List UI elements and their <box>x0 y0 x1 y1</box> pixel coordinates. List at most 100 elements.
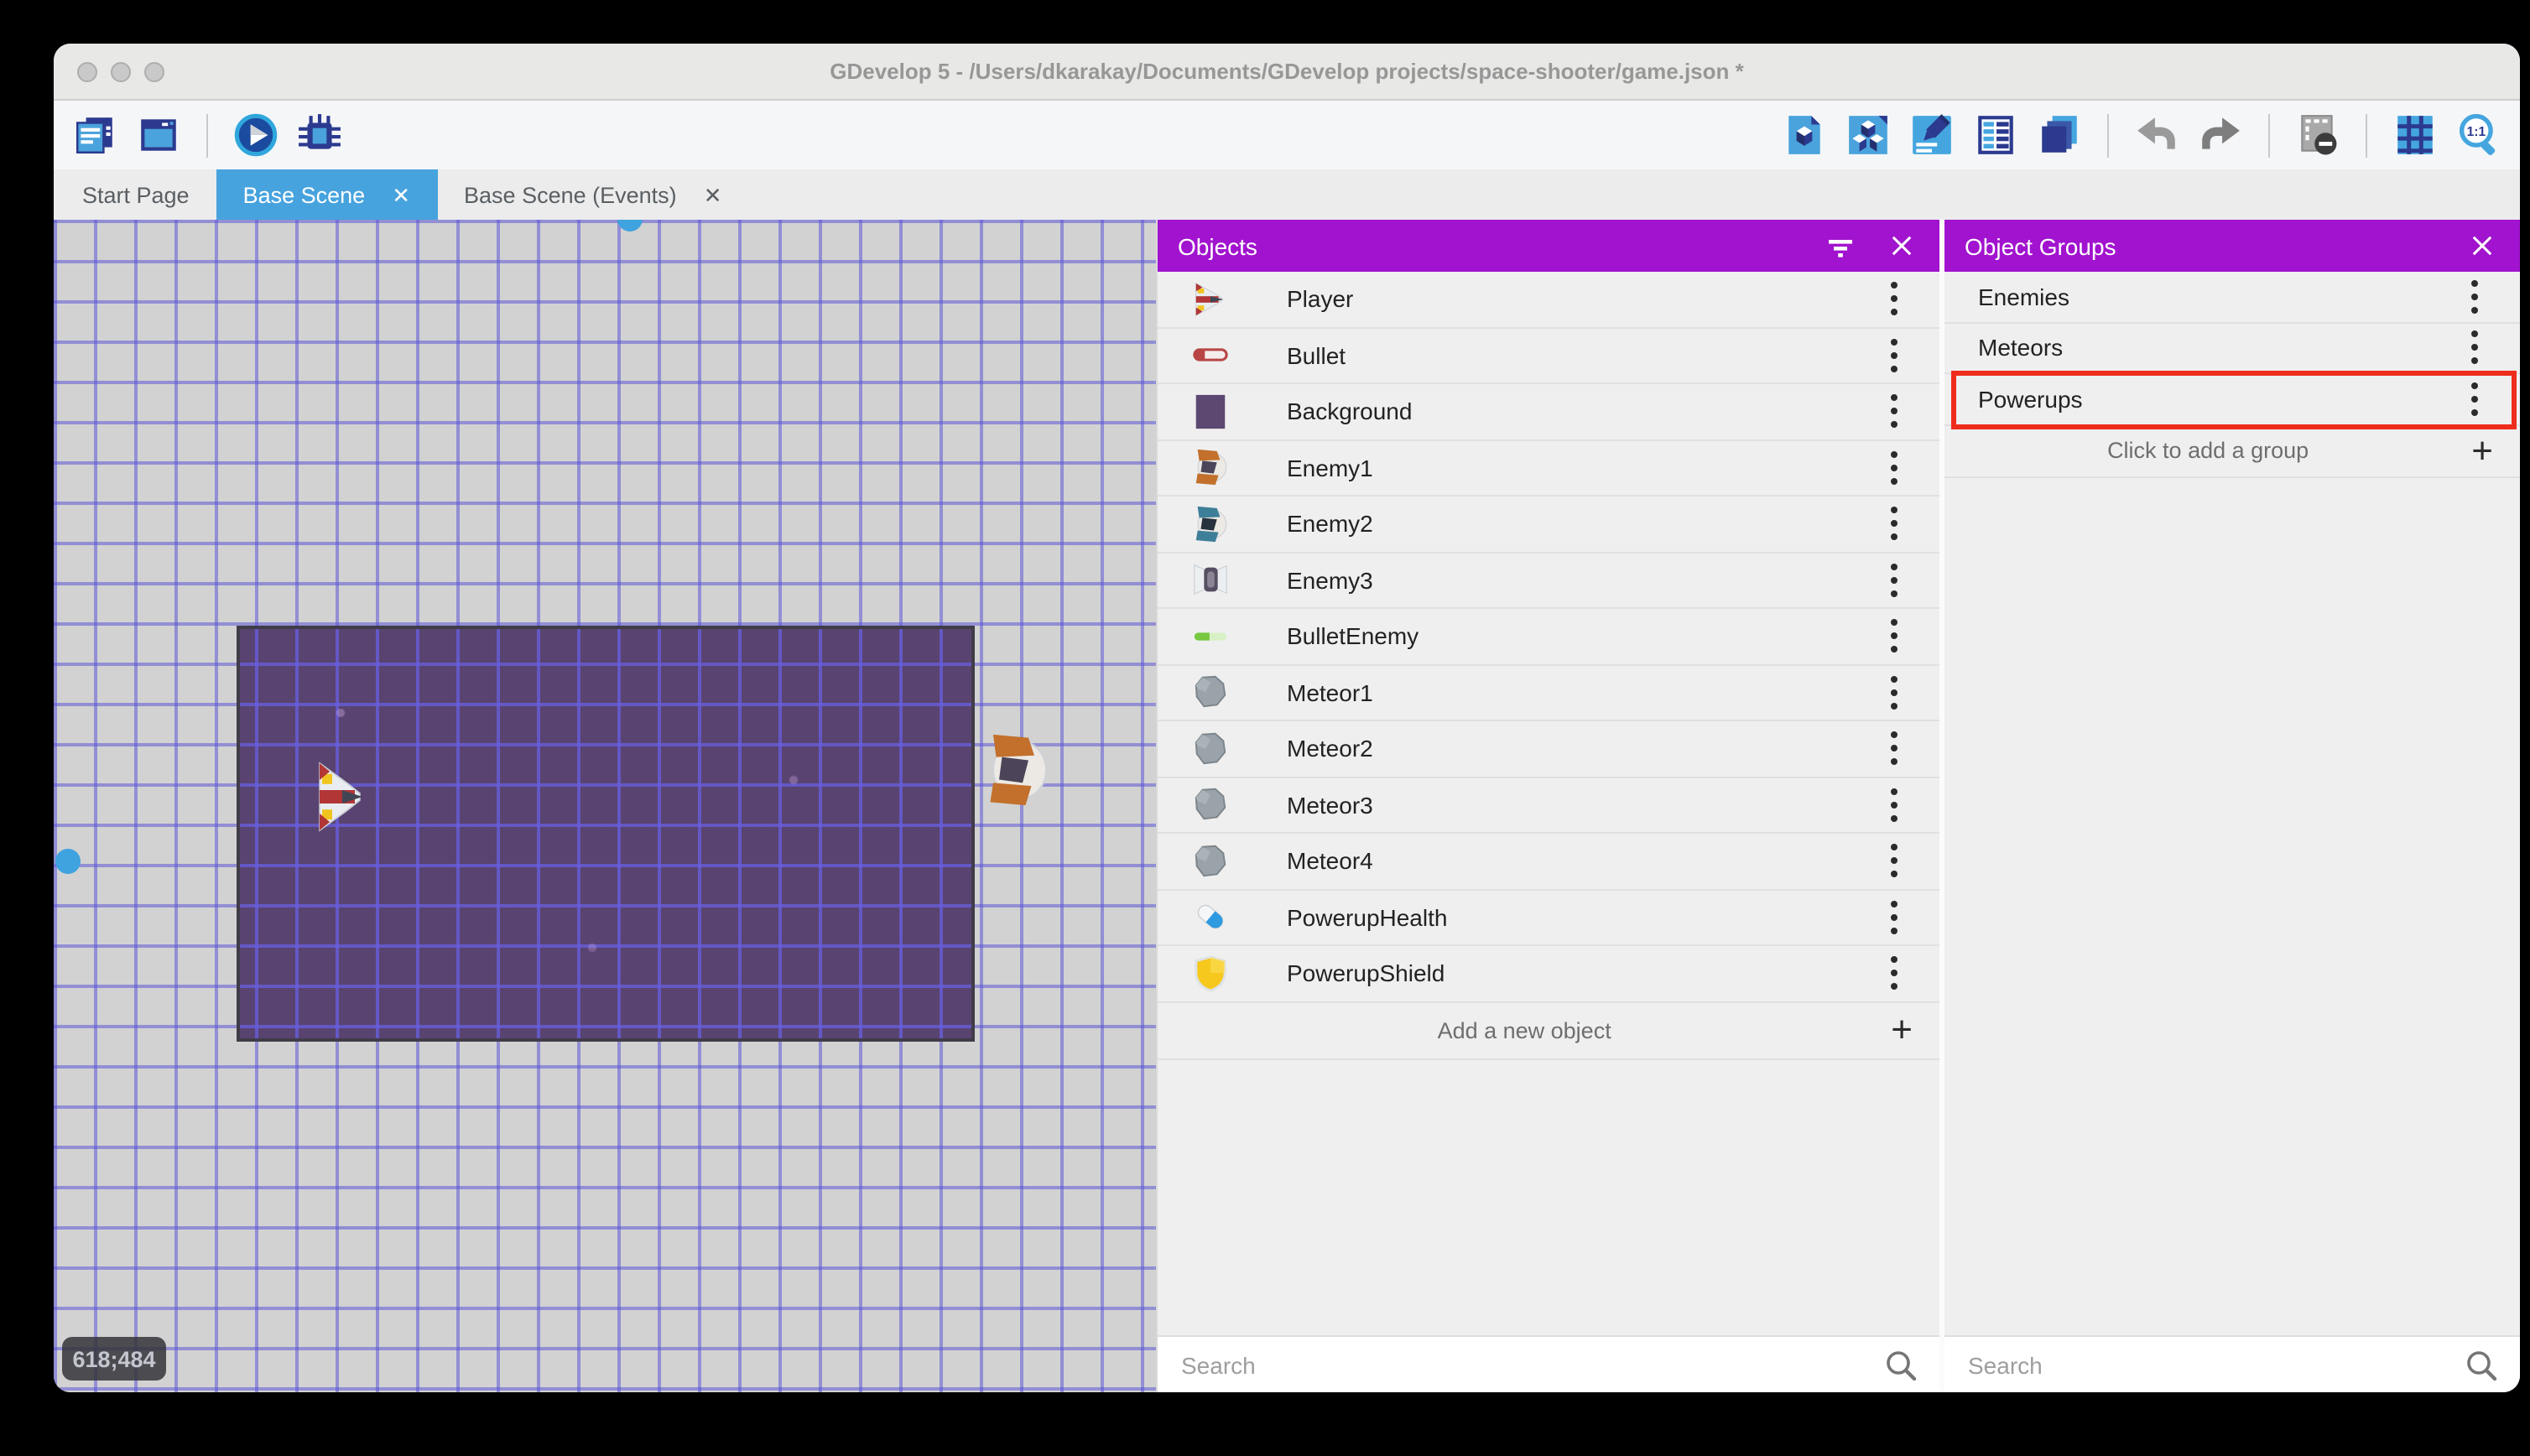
toolbar-left-group <box>70 111 344 159</box>
meteor-icon <box>1190 729 1230 769</box>
object-row[interactable]: Enemy2 <box>1158 497 1939 553</box>
object-row[interactable]: Meteor2 <box>1158 721 1939 777</box>
kebab-menu-icon[interactable] <box>1872 334 1916 377</box>
tab-start-page[interactable]: Start Page <box>55 169 216 220</box>
player-ship-icon <box>1190 279 1230 320</box>
object-row[interactable]: Meteor4 <box>1158 834 1939 890</box>
kebab-menu-icon[interactable] <box>2453 275 2496 319</box>
kebab-menu-icon[interactable] <box>1872 840 1916 883</box>
object-groups-panel: Object Groups Enemies Meteors Powerups Cli… <box>1939 220 2520 1392</box>
groups-search-bar <box>1944 1335 2520 1392</box>
close-tab-icon[interactable]: ✕ <box>392 184 410 205</box>
kebab-menu-icon[interactable] <box>1872 559 1916 602</box>
groups-panel-empty-area <box>1944 477 2520 1335</box>
kebab-menu-icon[interactable] <box>1872 727 1916 771</box>
plus-icon[interactable]: + <box>2471 431 2493 469</box>
group-row[interactable]: Enemies <box>1944 272 2520 323</box>
object-row[interactable]: Enemy1 <box>1158 440 1939 497</box>
kebab-menu-icon[interactable] <box>1872 615 1916 658</box>
minimize-window-button[interactable] <box>111 61 131 81</box>
objects-search-bar <box>1158 1335 1939 1392</box>
object-row[interactable]: Enemy3 <box>1158 553 1939 609</box>
redo-icon[interactable] <box>2196 111 2245 159</box>
undo-icon[interactable] <box>2132 111 2181 159</box>
player-sprite[interactable] <box>312 757 372 837</box>
powerup-shield-icon <box>1190 954 1230 994</box>
preview-play-icon[interactable] <box>232 111 280 159</box>
plus-icon[interactable]: + <box>1891 1011 1913 1048</box>
close-tab-icon[interactable]: ✕ <box>704 184 722 205</box>
kebab-menu-icon[interactable] <box>2453 326 2496 370</box>
background-icon <box>1190 392 1230 432</box>
kebab-menu-icon[interactable] <box>2453 377 2496 421</box>
object-groups-icon[interactable] <box>1844 111 1892 159</box>
layers-icon[interactable] <box>2035 111 2084 159</box>
debug-icon[interactable] <box>295 111 344 159</box>
scene-edge-handle-left[interactable] <box>55 849 81 874</box>
toolbar-divider <box>2107 113 2109 157</box>
meteor-icon <box>1190 841 1230 881</box>
object-row[interactable]: Meteor1 <box>1158 665 1939 721</box>
tab-label: Base Scene <box>242 182 366 207</box>
cursor-coordinates-badge: 618;484 <box>62 1337 166 1381</box>
window-title: GDevelop 5 - /Users/dkarakay/Documents/G… <box>830 59 1744 84</box>
objects-search-input[interactable] <box>1158 1351 1882 1378</box>
project-manager-icon[interactable] <box>70 111 119 159</box>
object-row[interactable]: BulletEnemy <box>1158 609 1939 665</box>
enemy-sprite[interactable] <box>981 731 1052 809</box>
objects-panel-empty-area <box>1158 1059 1939 1335</box>
close-panel-icon[interactable] <box>2463 227 2500 264</box>
kebab-menu-icon[interactable] <box>1872 446 1916 490</box>
object-label: Meteor1 <box>1287 679 1373 706</box>
bullet-icon <box>1190 335 1230 376</box>
tab-base-scene[interactable]: Base Scene ✕ <box>216 169 438 220</box>
kebab-menu-icon[interactable] <box>1872 278 1916 321</box>
kebab-menu-icon[interactable] <box>1872 502 1916 546</box>
kebab-menu-icon[interactable] <box>1872 390 1916 434</box>
add-group-label: Click to add a group <box>2107 438 2309 463</box>
properties-pencil-icon[interactable] <box>1908 111 1956 159</box>
filter-icon[interactable] <box>1822 227 1859 264</box>
svg-text:1:1: 1:1 <box>2467 125 2486 139</box>
objects-panel-icon[interactable] <box>1780 111 1829 159</box>
add-group-row[interactable]: Click to add a group + <box>1944 425 2520 477</box>
object-row[interactable]: Player <box>1158 272 1939 328</box>
kebab-menu-icon[interactable] <box>1872 952 1916 996</box>
powerup-health-icon <box>1190 897 1230 938</box>
enemy2-ship-icon <box>1190 504 1230 544</box>
enemy3-ship-icon <box>1190 560 1230 601</box>
mask-icon[interactable] <box>2293 111 2342 159</box>
groups-search-input[interactable] <box>1944 1351 2463 1378</box>
close-panel-icon[interactable] <box>1882 227 1919 264</box>
toolbar-divider <box>2366 113 2367 157</box>
object-row[interactable]: PowerupHealth <box>1158 890 1939 946</box>
grid-icon[interactable] <box>2391 111 2439 159</box>
kebab-menu-icon[interactable] <box>1872 896 1916 939</box>
group-row[interactable]: Powerups <box>1944 374 2520 425</box>
object-row[interactable]: PowerupShield <box>1158 946 1939 1002</box>
scene-window-icon[interactable] <box>134 111 183 159</box>
object-row[interactable]: Background <box>1158 384 1939 440</box>
groups-list: Enemies Meteors Powerups <box>1944 272 2520 429</box>
object-row[interactable]: Meteor3 <box>1158 777 1939 834</box>
objects-list: Player Bullet Background Enemy1 Enemy2 Enemy3… <box>1158 272 1939 1002</box>
kebab-menu-icon[interactable] <box>1872 783 1916 827</box>
add-object-label: Add a new object <box>1437 1017 1611 1043</box>
objects-panel-header: Objects <box>1158 220 1939 272</box>
kebab-menu-icon[interactable] <box>1872 671 1916 715</box>
close-window-button[interactable] <box>77 61 97 81</box>
add-object-row[interactable]: Add a new object + <box>1158 1002 1939 1059</box>
instances-list-icon[interactable] <box>1971 111 2020 159</box>
toolbar-divider <box>206 113 208 157</box>
object-row[interactable]: Bullet <box>1158 328 1939 384</box>
bullet-enemy-icon <box>1190 616 1230 657</box>
scene-edge-handle-top[interactable] <box>617 220 643 231</box>
search-icon <box>2463 1346 2500 1383</box>
group-row[interactable]: Meteors <box>1944 323 2520 374</box>
scene-editor-canvas[interactable]: 618;484 <box>54 220 1156 1392</box>
tab-base-scene-events[interactable]: Base Scene (Events) ✕ <box>437 169 748 220</box>
group-label: Powerups <box>1978 385 2083 413</box>
tab-label: Base Scene (Events) <box>464 182 677 207</box>
zoom-1-1-icon[interactable]: 1:1 <box>2455 111 2503 159</box>
zoom-window-button[interactable] <box>144 61 164 81</box>
